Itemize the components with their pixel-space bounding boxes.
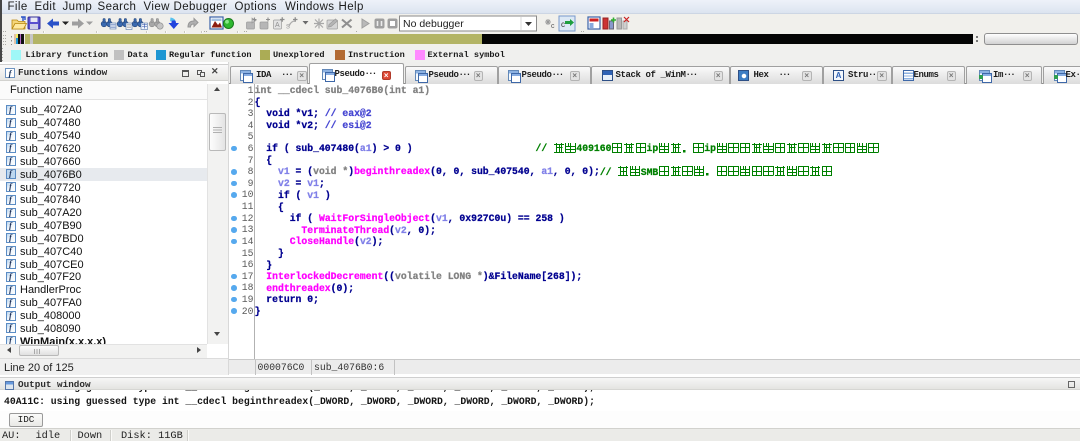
svg-text:c: c [561, 20, 565, 29]
svg-text:c: c [551, 23, 555, 30]
svg-text:A: A [275, 22, 280, 29]
